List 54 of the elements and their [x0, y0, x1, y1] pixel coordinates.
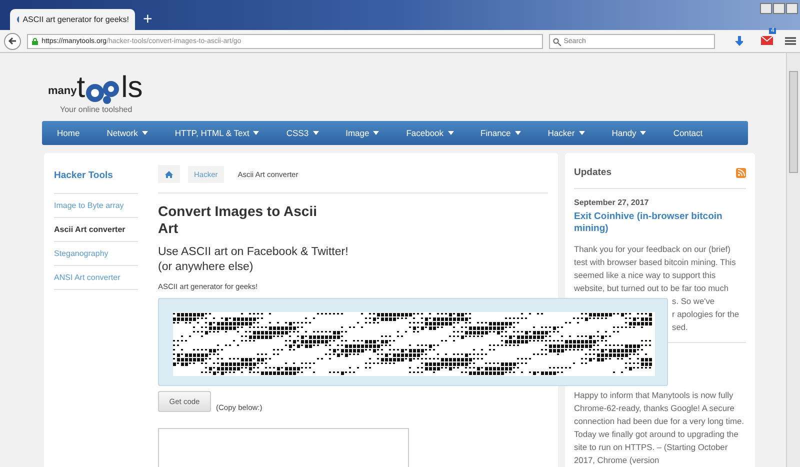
- scrollbar[interactable]: [786, 53, 800, 467]
- back-arrow-icon: [8, 37, 17, 45]
- minimize-button[interactable]: [760, 3, 772, 14]
- caret-icon: [373, 131, 380, 135]
- home-icon: [165, 170, 173, 178]
- post-date: September 27, 2017: [574, 198, 650, 207]
- rss-icon[interactable]: [736, 168, 746, 178]
- page-subtitle: Use ASCII art on Facebook & Twitter! (or anywhere else): [158, 245, 350, 275]
- updates-title: Updates: [574, 167, 612, 178]
- browser-tab[interactable]: ASCII art generator for geeks!: [10, 9, 135, 30]
- menu-item[interactable]: Network: [104, 128, 157, 138]
- caret-icon: [253, 131, 260, 135]
- mail-icon[interactable]: [761, 36, 774, 45]
- download-icon[interactable]: [734, 36, 744, 46]
- post-title-link[interactable]: Exit Coinhive (in-browser bitcoin mining): [574, 211, 746, 235]
- maximize-button[interactable]: [773, 3, 785, 14]
- caret-icon: [578, 131, 585, 135]
- caret-icon: [312, 131, 319, 135]
- logo-text: ls: [121, 71, 143, 105]
- caret-icon: [514, 131, 521, 135]
- back-button[interactable]: [4, 32, 21, 50]
- post-text: sed.: [672, 322, 688, 332]
- sidebar-link[interactable]: ANSI Art converter: [54, 266, 138, 290]
- lock-icon: [32, 38, 38, 44]
- menu-item[interactable]: Facebook: [403, 128, 463, 138]
- post-text: r apologies for the: [672, 309, 740, 319]
- menu-item[interactable]: CSS3: [283, 128, 328, 138]
- sidebar-link[interactable]: Image to Byte array: [54, 194, 138, 218]
- menu-item[interactable]: Home: [54, 128, 89, 138]
- tagline: Your online toolshed: [60, 105, 134, 114]
- close-button[interactable]: [786, 3, 798, 14]
- sidebar-title: Hacker Tools: [54, 165, 138, 194]
- new-tab-button[interactable]: +: [143, 9, 152, 30]
- menu-item[interactable]: Handy: [608, 128, 656, 138]
- gears-icon: [85, 79, 122, 105]
- sidebar-link[interactable]: Ascii Art converter: [54, 218, 138, 242]
- sidebar-link[interactable]: Steganography: [54, 242, 138, 266]
- caret-icon: [142, 131, 148, 135]
- post-text: s. So we've: [672, 296, 715, 306]
- code-output-field[interactable]: [158, 428, 409, 467]
- menu-icon[interactable]: [785, 36, 796, 46]
- menu-item[interactable]: Contact: [670, 128, 712, 138]
- post-text: Happy to inform that Manytools is now fully Chrome-62-ready, thanks Google! A secure connection had been due for a very long time. Today we finally got around to upgrading the site to run on HTTPS. – (Starting October 2017, Chrome (version: [574, 389, 745, 467]
- logo-text: t: [76, 71, 86, 105]
- caret-icon: [448, 131, 454, 135]
- caret-icon: [640, 131, 646, 135]
- menu-item[interactable]: HTTP, HTML & Text: [172, 128, 268, 138]
- menu-item[interactable]: Hacker: [544, 128, 594, 138]
- home-button[interactable]: [158, 165, 180, 183]
- menu-item[interactable]: Image: [342, 128, 388, 138]
- page-title: Convert Images to Ascii Art: [158, 203, 318, 237]
- menu-item[interactable]: Finance: [478, 128, 530, 138]
- logo-text: many: [48, 85, 77, 97]
- search-icon: [552, 38, 561, 46]
